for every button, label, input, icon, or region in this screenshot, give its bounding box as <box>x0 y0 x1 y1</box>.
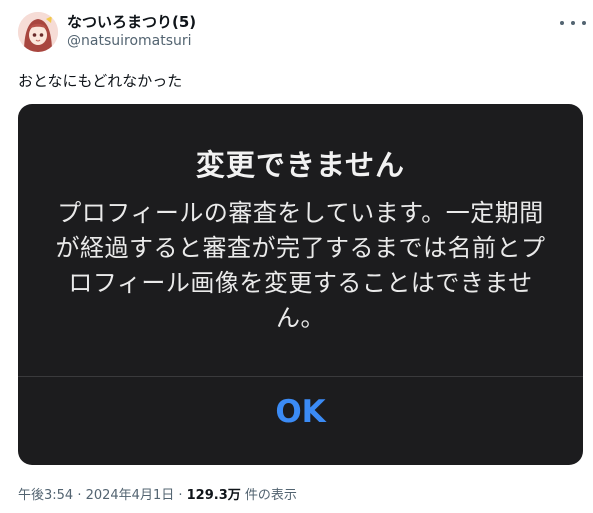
tweet-meta: 午後3:54 · 2024年4月1日 · 129.3万 件の表示 <box>18 484 297 503</box>
tweet-header: なついろまつり(5) @natsuiromatsuri <box>0 0 593 60</box>
views-label: 件の表示 <box>240 488 297 503</box>
more-dot <box>582 21 586 25</box>
more-horizontal-icon[interactable] <box>560 18 586 28</box>
alert-title: 変更できません <box>195 148 406 182</box>
avatar[interactable] <box>18 12 58 52</box>
display-name[interactable]: なついろまつり(5) <box>67 11 196 32</box>
views-count: 129.3万 <box>186 488 241 503</box>
more-dot <box>571 21 575 25</box>
user-handle[interactable]: @natsuiromatsuri <box>67 33 192 49</box>
alert-divider <box>18 376 583 377</box>
avatar-image <box>18 12 58 52</box>
more-dot <box>560 21 564 25</box>
tweet-text: おとなにもどれなかった <box>18 72 183 90</box>
tweet-timestamp[interactable]: 午後3:54 · 2024年4月1日 · <box>18 488 187 503</box>
alert-message: プロフィールの審査をしています。一定期間が経過すると審査が完了するまでは名前とプ… <box>55 199 546 332</box>
alert-ok-button: OK <box>275 394 326 430</box>
tweet-media-image[interactable]: 変更できません プロフィールの審査をしています。一定期間が経過すると審査が完了す… <box>18 104 583 465</box>
